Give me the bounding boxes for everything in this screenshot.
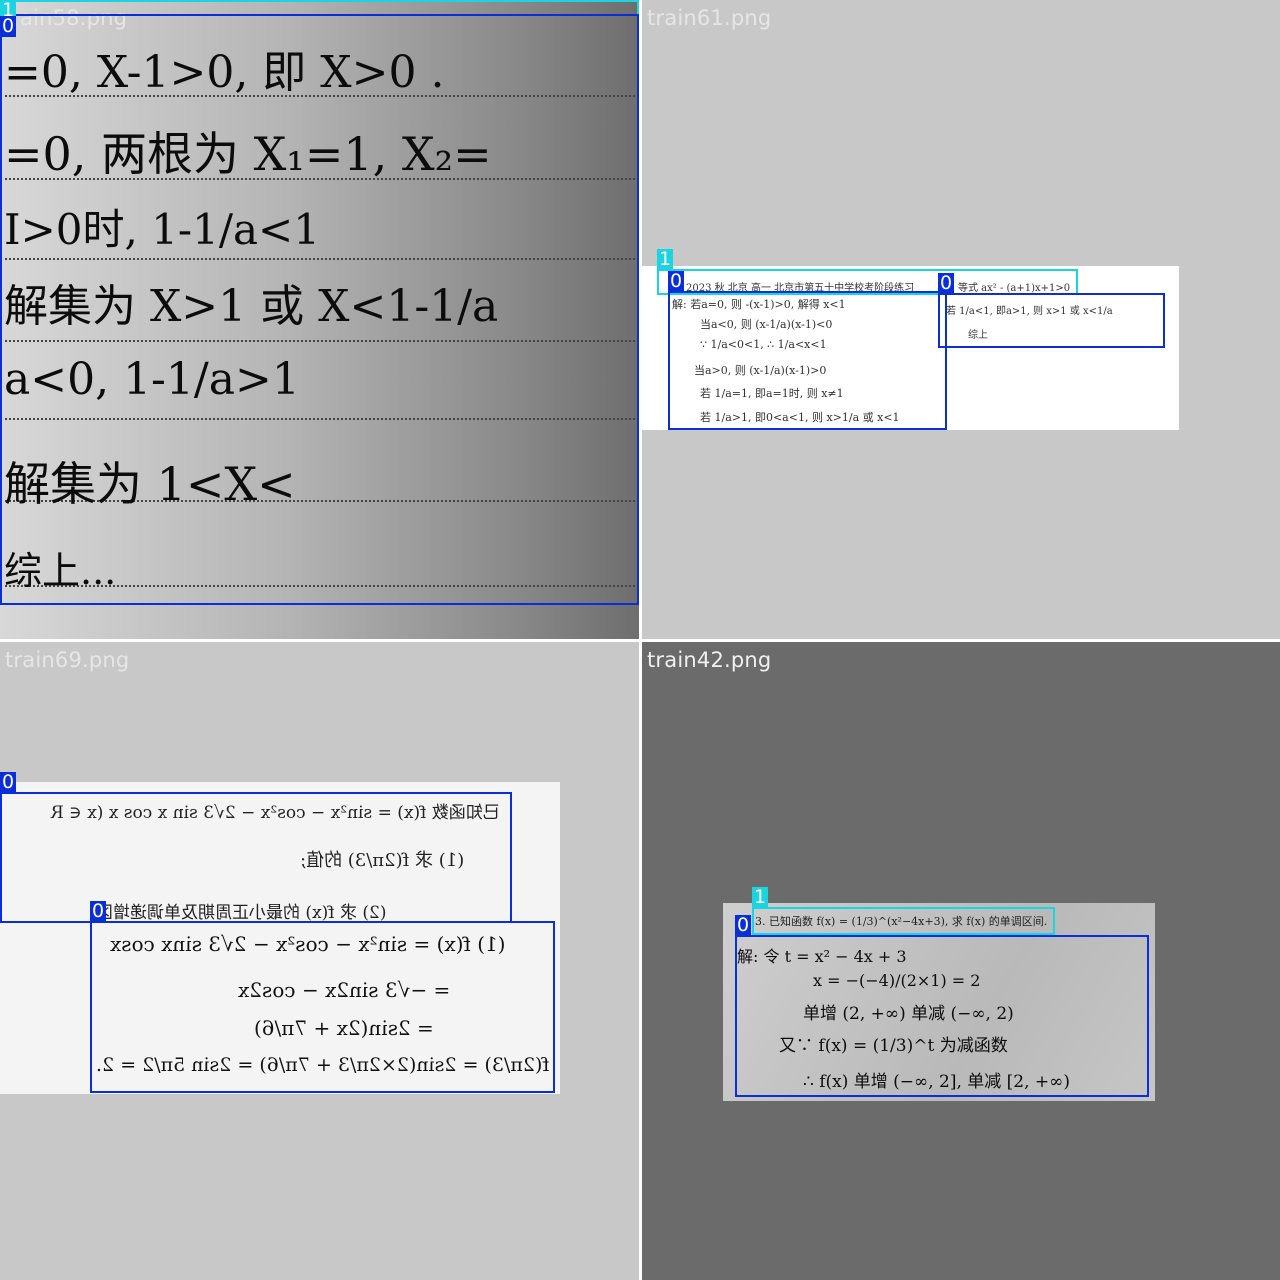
- image-filename: train42.png: [647, 648, 772, 672]
- class-label-0: 0: [668, 270, 685, 292]
- tile-train69: train69.png 已知函数 f(x) = sin²x − cos²x − …: [0, 642, 639, 1280]
- bounding-box-class-0: [735, 935, 1149, 1097]
- class-label-0: 0: [0, 771, 17, 793]
- image-filename: train69.png: [5, 648, 130, 672]
- bounding-box-class-1: [752, 907, 1055, 935]
- class-label-1: 1: [752, 886, 769, 908]
- tile-train42: train42.png 3. 已知函数 f(x) = (1/3)^(x²−4x+…: [642, 642, 1280, 1280]
- class-label-1: 1: [657, 248, 674, 270]
- tile-train58: =0, X-1>0, 即 X>0 . =0, 两根为 X₁=1, X₂= I>0…: [0, 0, 639, 639]
- bounding-box-class-0: [938, 293, 1165, 348]
- class-label-0: 0: [938, 272, 955, 294]
- class-label-0: 0: [90, 900, 107, 922]
- mosaic-grid: =0, X-1>0, 即 X>0 . =0, 两根为 X₁=1, X₂= I>0…: [0, 0, 1280, 1280]
- tile-train61: train61.png 2023 秋 北京 高一 北京市第五十中学校考阶段练习 …: [642, 0, 1280, 639]
- class-label-0: 0: [735, 914, 752, 936]
- bounding-box-class-0: [0, 14, 639, 605]
- bounding-box-class-0: [0, 792, 512, 923]
- bounding-box-class-0: [668, 291, 947, 430]
- bounding-box-class-0: [90, 921, 555, 1093]
- image-filename: train61.png: [647, 6, 772, 30]
- class-label-0: 0: [0, 15, 17, 37]
